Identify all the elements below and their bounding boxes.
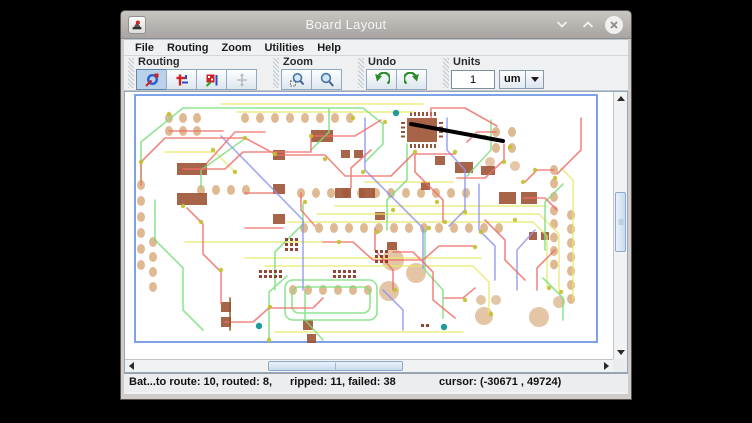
units-combo-button[interactable] bbox=[526, 70, 544, 89]
window-title: Board Layout bbox=[146, 17, 546, 32]
redo-button[interactable] bbox=[396, 69, 427, 90]
menu-zoom[interactable]: Zoom bbox=[218, 42, 261, 54]
toolbar-section-label: Undo bbox=[366, 56, 427, 69]
toolbar: Routing bbox=[124, 56, 628, 91]
menu-file[interactable]: File bbox=[131, 42, 163, 54]
autoroute-icon bbox=[144, 72, 160, 88]
app-icon[interactable] bbox=[128, 16, 146, 34]
maximize-button[interactable] bbox=[578, 15, 598, 35]
menu-utilities[interactable]: Utilities bbox=[260, 42, 313, 54]
triangle-left-icon bbox=[129, 362, 134, 370]
zoom-out-button[interactable] bbox=[311, 69, 342, 90]
thumb-grip bbox=[618, 220, 623, 225]
chevron-down-icon bbox=[556, 21, 568, 28]
toolbar-section-label: Units bbox=[451, 56, 544, 69]
toolbar-section-label: Zoom bbox=[281, 56, 342, 69]
toolbar-section-label: Routing bbox=[136, 56, 257, 69]
menubar: File Routing Zoom Utilities Help bbox=[124, 39, 628, 56]
toolbar-grip[interactable] bbox=[273, 58, 279, 88]
toolbar-grip[interactable] bbox=[443, 58, 449, 88]
chevron-up-icon bbox=[582, 21, 594, 28]
menu-routing[interactable]: Routing bbox=[163, 42, 218, 54]
triangle-right-icon bbox=[604, 362, 609, 370]
units-value-input[interactable] bbox=[451, 70, 495, 89]
scroll-left-button[interactable] bbox=[125, 360, 138, 372]
status-ripped-failed: ripped: 11, failed: 38 bbox=[290, 376, 396, 388]
close-button[interactable] bbox=[604, 15, 624, 35]
toolbar-section-routing: Routing bbox=[124, 56, 257, 90]
ripup-button[interactable] bbox=[196, 69, 227, 90]
statusbar: Bat...to route: 10, routed: 8, ripped: 1… bbox=[124, 373, 628, 392]
scroll-up-button[interactable] bbox=[614, 92, 627, 105]
zoom-region-icon bbox=[289, 72, 305, 88]
scrollbar-corner bbox=[613, 359, 627, 372]
undo-icon bbox=[374, 72, 390, 88]
move-icon bbox=[234, 72, 250, 88]
minimize-button[interactable] bbox=[552, 15, 572, 35]
ripup-icon bbox=[204, 72, 220, 88]
vertical-scroll-thumb[interactable] bbox=[615, 192, 626, 252]
toolbar-section-units: Units um bbox=[439, 56, 544, 90]
board-layout-window: Board Layout File Routing Zoom Utilitie bbox=[120, 10, 632, 400]
status-cursor-position: cursor: (-30671 , 49724) bbox=[439, 376, 561, 388]
board-canvas[interactable] bbox=[124, 91, 628, 373]
toolbar-section-undo: Undo bbox=[354, 56, 427, 90]
pcb-artwork bbox=[125, 92, 613, 358]
toolbar-grip[interactable] bbox=[128, 58, 134, 88]
undo-button[interactable] bbox=[366, 69, 397, 90]
pcb-app-icon bbox=[130, 18, 144, 32]
units-combo-value: um bbox=[499, 70, 526, 89]
move-button[interactable] bbox=[226, 69, 257, 90]
zoom-region-button[interactable] bbox=[281, 69, 312, 90]
close-icon bbox=[609, 20, 619, 30]
route-button[interactable] bbox=[166, 69, 197, 90]
units-combo[interactable]: um bbox=[499, 70, 544, 89]
route-icon bbox=[174, 72, 190, 88]
titlebar[interactable]: Board Layout bbox=[121, 11, 631, 39]
toolbar-grip[interactable] bbox=[358, 58, 364, 88]
vertical-scrollbar[interactable] bbox=[613, 92, 627, 359]
menu-help[interactable]: Help bbox=[313, 42, 350, 54]
window-body: File Routing Zoom Utilities Help Routing bbox=[124, 39, 628, 394]
close-circle bbox=[605, 16, 623, 34]
zoom-out-icon bbox=[319, 72, 335, 88]
status-route-counts: Bat...to route: 10, routed: 8, bbox=[129, 376, 272, 388]
triangle-up-icon bbox=[617, 96, 625, 101]
autoroute-button[interactable] bbox=[136, 69, 167, 90]
thumb-grip bbox=[335, 363, 337, 370]
horizontal-scroll-thumb[interactable] bbox=[268, 361, 403, 371]
triangle-down-icon bbox=[617, 350, 625, 355]
toolbar-section-zoom: Zoom bbox=[269, 56, 342, 90]
scroll-right-button[interactable] bbox=[600, 360, 613, 372]
scroll-down-button[interactable] bbox=[614, 346, 627, 359]
redo-icon bbox=[404, 72, 420, 88]
horizontal-scrollbar[interactable] bbox=[125, 359, 613, 372]
chevron-down-icon bbox=[531, 77, 539, 82]
